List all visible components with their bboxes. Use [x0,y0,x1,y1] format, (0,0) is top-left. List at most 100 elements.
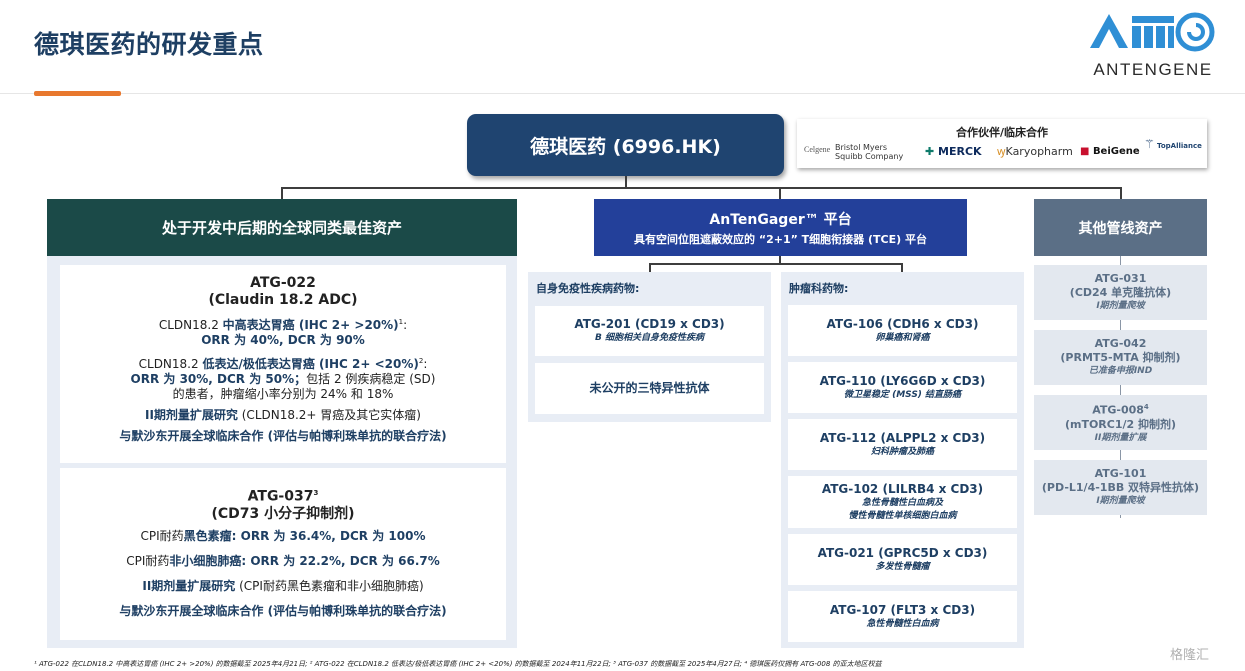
topalliance-logo: ⚚ TopAlliance [1144,138,1202,150]
atg-022-subtitle: (Claudin 18.2 ADC) [208,292,358,308]
asset-name: ATG-031 [1094,272,1147,285]
bms-logo-text: Bristol Myers Squibb Company [835,143,904,161]
company-box: 德琪医药 (6996.HK) [467,114,784,176]
asset-name: ATG-008 [1092,403,1144,417]
footnote-marker-4: 4 [1143,403,1149,412]
atg-022-low-bold: 低表达/极低表达胃癌 (IHC 2+ <20%) [202,357,419,371]
atg-022-card: ATG-022 (Claudin 18.2 ADC) CLDN18.2 中高表达… [60,265,506,463]
asset-card-atg-031: ATG-031 (CD24 单克隆抗体) I期剂量爬坡 [1034,265,1207,320]
drug-card-trispecific: 未公开的三特异性抗体 [535,363,764,414]
footnote-marker-3: 3 [313,489,319,497]
atg-022-high-suffix: : [403,318,408,332]
atg-037-name: ATG-037 [247,488,314,505]
drug-indication: B 细胞相关自身免疫性疾病 [595,333,704,343]
drug-card-atg-110: ATG-110 (LY6G6D x CD3) 微卫星稳定 (MSS) 结直肠癌 [788,362,1017,413]
logo-wordmark: ANTENGENE [1093,60,1213,79]
asset-target: (PD-L1/4-1BB 双特异性抗体) [1041,481,1200,494]
atg-037-nsclc-bold: 非小细胞肺癌: ORR 为 22.2%, DCR 为 66.7% [169,553,440,568]
atg-022-phase-bold: II期剂量扩展研究 [145,408,238,422]
topalliance-logo-text: TopAlliance [1157,142,1202,150]
drug-indication-line2: 慢性骨髓性单核细胞白血病 [848,510,957,521]
atg-037-nsclc: CPI耐药非小细胞肺癌: ORR 为 22.2%, DCR 为 66.7% [60,554,506,569]
beigene-logo-text: BeiGene [1092,146,1140,157]
title-divider [0,93,1245,94]
footnote: ¹ ATG-022 在CLDN18.2 中高表达胃癌 (IHC 2+ >20%)… [34,660,882,668]
atg-037-phase-bold: II期剂量扩展研究 [142,578,236,593]
atg-037-melanoma: CPI耐药黑色素瘤: ORR 为 36.4%, DCR 为 100% [60,529,506,544]
atg-022-high-bold: 中高表达胃癌 (IHC 2+ >20%) [222,318,399,332]
asset-name-line: ATG-0084 [1092,400,1149,418]
atg-037-phase-rest: (CPI耐药黑色素瘤和非小细胞肺癌) [235,578,424,593]
atg-037-melanoma-prefix: CPI耐药 [140,528,184,543]
drug-card-atg-106: ATG-106 (CDH6 x CD3) 卵巢癌和肾癌 [788,305,1017,356]
drug-name: ATG-112 (ALPPL2 x CD3) [819,430,986,445]
beigene-logo: ■ BeiGene [1080,146,1140,157]
atg-037-nsclc-prefix: CPI耐药 [126,553,170,568]
other-pipeline-header: 其他管线资产 [1034,199,1207,256]
drug-name: 未公开的三特异性抗体 [589,381,710,395]
antengager-platform-title: AnTenGager™ 平台 [709,211,852,228]
atg-037-melanoma-bold: 黑色素瘤: ORR 为 36.4%, DCR 为 100% [183,528,426,543]
atg-037-collab: 与默沙东开展全球临床合作 (评估与帕博利珠单抗的联合疗法) [119,603,447,618]
drug-card-atg-112: ATG-112 (ALPPL2 x CD3) 妇科肿瘤及肺癌 [788,419,1017,470]
late-stage-assets-panel: ATG-022 (Claudin 18.2 ADC) CLDN18.2 中高表达… [47,256,517,648]
late-stage-assets-header-text: 处于开发中后期的全球同类最佳资产 [161,219,402,237]
drug-name: ATG-102 (LILRB4 x CD3) [821,481,984,496]
asset-target: (CD24 单克隆抗体) [1069,286,1172,299]
drug-name: ATG-201 (CD19 x CD3) [574,317,725,331]
atg-022-low-prefix: CLDN18.2 [138,357,203,371]
merck-logo-text: MERCK [938,145,982,158]
asset-card-atg-101: ATG-101 (PD-L1/4-1BB 双特异性抗体) I期剂量爬坡 [1034,460,1207,515]
atg-022-high-result: ORR 为 40%, DCR 为 90% [201,333,365,347]
atg-022-low-result-line3: 的患者，肿瘤缩小率分别为 24% 和 18% [172,387,394,401]
karyopharm-logo-text: Karyopharm [1005,145,1073,158]
asset-target: (PRMT5-MTA 抑制剂) [1060,351,1181,364]
asset-card-atg-042: ATG-042 (PRMT5-MTA 抑制剂) 已准备申报IND [1034,330,1207,385]
atg-022-low-suffix: : [423,357,428,371]
other-pipeline-header-text: 其他管线资产 [1078,220,1163,237]
drug-indication: 微卫星稳定 (MSS) 结直肠癌 [843,389,962,400]
partner-box: 合作伙伴/临床合作 Celgene Bristol Myers Squibb C… [797,119,1207,168]
karyopharm-mark-icon: ꝡ [997,145,1006,158]
karyopharm-logo: ꝡKaryopharm [997,144,1073,159]
atg-022-phase: II期剂量扩展研究 (CLDN18.2+ 胃癌及其它实体瘤) [60,408,506,423]
oncology-title: 肿瘤科药物: [789,282,849,295]
atg-022-high-prefix: CLDN18.2 [158,318,223,332]
asset-phase: 已准备申报IND [1088,366,1153,376]
celgene-logo: Celgene [804,145,831,154]
asset-name: ATG-042 [1094,337,1147,350]
autoimmune-panel: 自身免疫性疾病药物: ATG-201 (CD19 x CD3) B 细胞相关自身… [528,272,771,422]
atg-022-low-result-bold: ORR 为 30%, DCR 为 50%； [130,372,307,386]
drug-indication: 妇科肿瘤及肺癌 [870,446,934,457]
beigene-mark-icon: ■ [1080,146,1093,157]
atg-037-card: ATG-0373 (CD73 小分子抑制剂) CPI耐药黑色素瘤: ORR 为 … [60,468,506,640]
asset-name: ATG-101 [1094,467,1147,480]
drug-name: ATG-021 (GPRC5D x CD3) [817,545,988,560]
drug-name: ATG-106 (CDH6 x CD3) [826,316,979,331]
atg-037-subtitle: (CD73 小分子抑制剂) [211,505,355,522]
atg-037-name-line: ATG-0373 [60,485,506,506]
merck-logo: ✚ MERCK [925,145,982,158]
bms-logo: Bristol Myers Squibb Company [835,143,915,161]
merck-mark-icon: ✚ [925,145,939,158]
watermark: 格隆汇 [1170,648,1210,663]
atg-022-phase-rest: (CLDN18.2+ 胃癌及其它实体瘤) [237,408,421,422]
asset-phase: I期剂量爬坡 [1096,496,1145,506]
antengager-platform-header: AnTenGager™ 平台 具有空间位阻遮蔽效应的 “2+1” T细胞衔接器 … [594,199,967,256]
atg-037-phase: II期剂量扩展研究 (CPI耐药黑色素瘤和非小细胞肺癌) [60,579,506,594]
drug-card-atg-107: ATG-107 (FLT3 x CD3) 急性骨髓性白血病 [788,591,1017,642]
connector-auto-down [649,263,651,272]
connector-mid-sub-horizontal [649,263,903,265]
antengager-platform-subtitle: 具有空间位阻遮蔽效应的 “2+1” T细胞衔接器 (TCE) 平台 [634,232,927,246]
oncology-panel: 肿瘤科药物: ATG-106 (CDH6 x CD3) 卵巢癌和肾癌 ATG-1… [781,272,1024,648]
atg-022-high-line: CLDN18.2 中高表达胃癌 (IHC 2+ >20%)1: [60,315,506,333]
drug-card-atg-201: ATG-201 (CD19 x CD3) B 细胞相关自身免疫性疾病 [535,306,764,356]
drug-name: ATG-110 (LY6G6D x CD3) [819,373,986,388]
asset-target: (mTORC1/2 抑制剂) [1064,417,1177,431]
late-stage-assets-header: 处于开发中后期的全球同类最佳资产 [47,199,517,256]
drug-card-atg-102: ATG-102 (LILRB4 x CD3) 急性骨髓性白血病及 慢性骨髓性单核… [788,476,1017,528]
asset-phase: I期剂量爬坡 [1096,301,1145,311]
atg-022-collab: 与默沙东开展全球临床合作 (评估与帕博利珠单抗的联合疗法) [119,429,447,443]
atg-022-low-result-rest: 包括 2 例疾病稳定 (SD) [306,372,436,386]
autoimmune-title: 自身免疫性疾病药物: [536,282,640,295]
